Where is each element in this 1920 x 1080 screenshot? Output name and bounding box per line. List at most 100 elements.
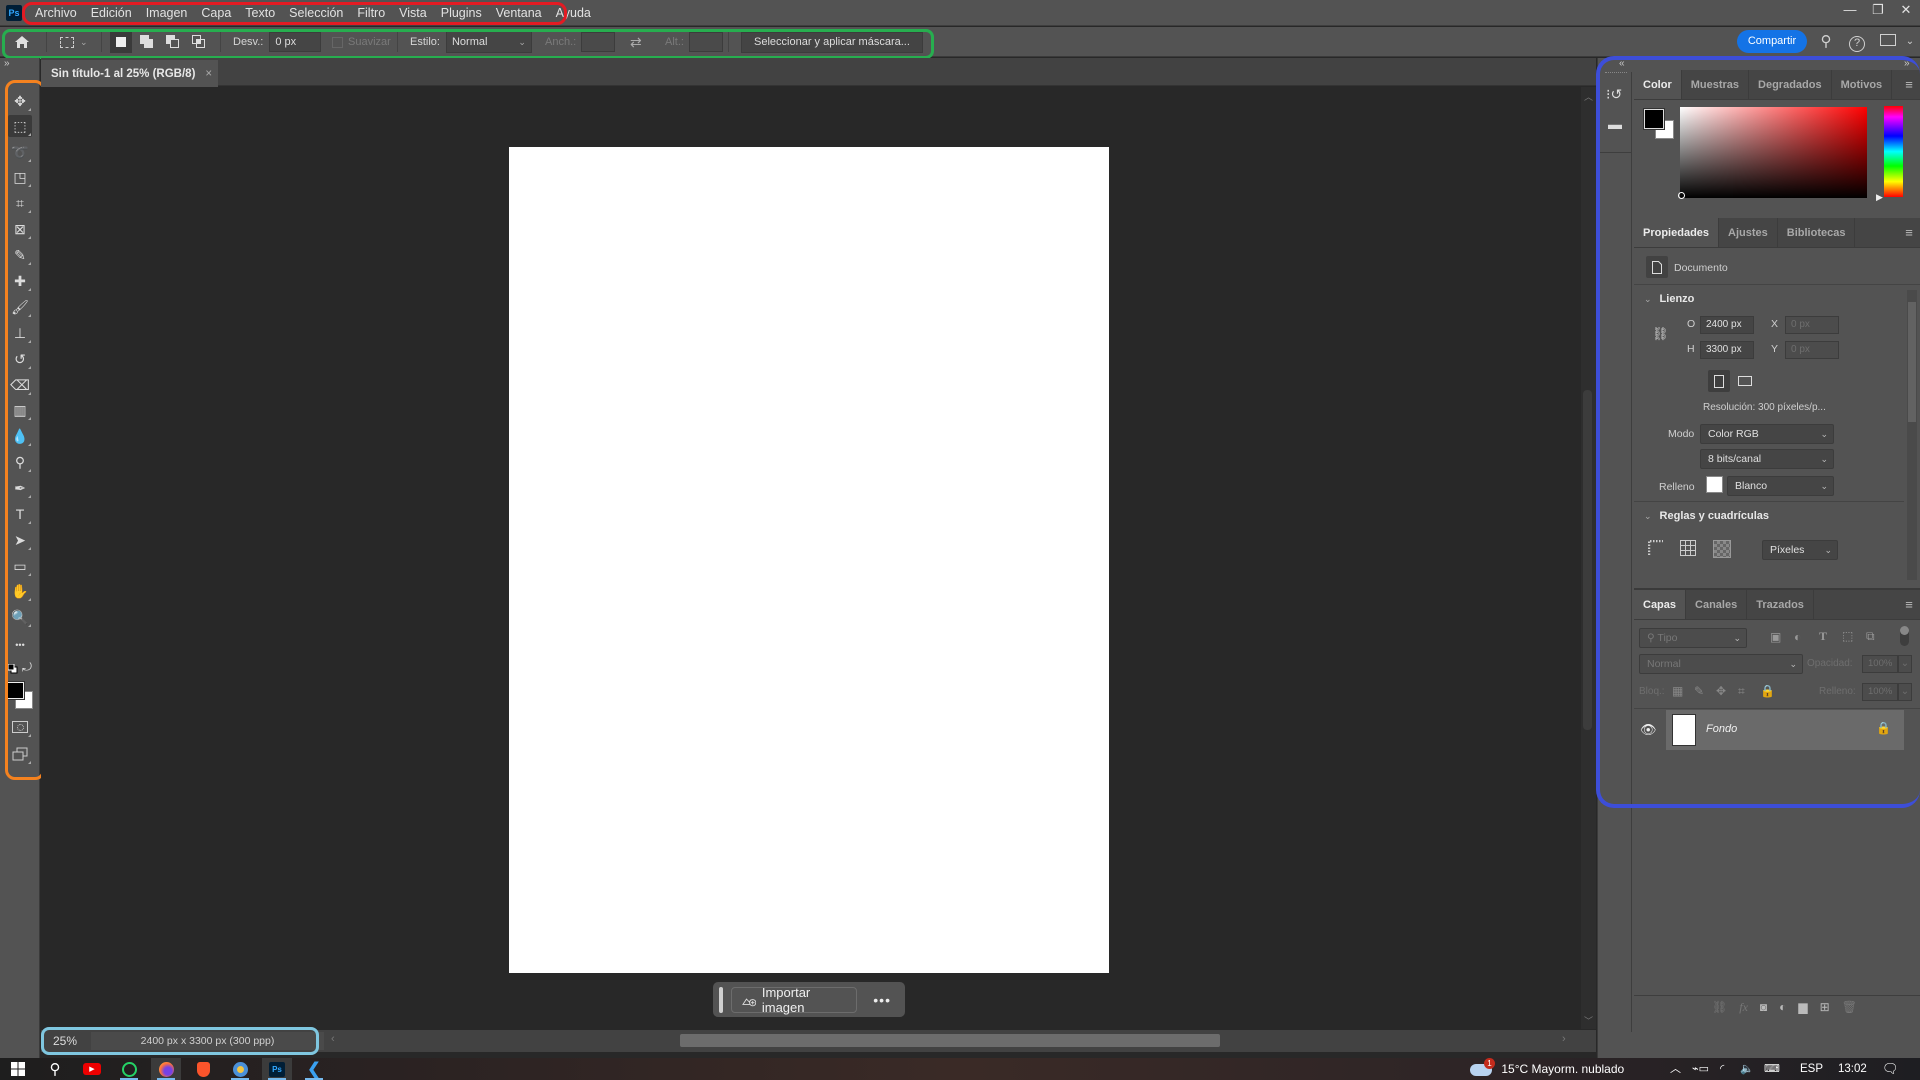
filter-smart-object-icon[interactable]: ⧉ [1866,629,1875,644]
screen-mode-button[interactable] [8,743,32,765]
zoom-level[interactable]: 25% [41,1034,91,1048]
show-hidden-icons-button[interactable]: ︿ [1670,1058,1681,1080]
lock-image-icon[interactable]: ✎ [1694,684,1704,698]
panel-menu-icon[interactable]: ≡ [1898,70,1920,99]
opacity-input[interactable]: 100% [1862,655,1898,673]
wifi-icon[interactable]: ◜ [1720,1058,1724,1080]
menu-seleccion[interactable]: Selección [282,1,350,25]
new-group-icon[interactable]: ▆ [1798,1000,1807,1015]
visibility-eye-icon[interactable]: 👁 [1640,722,1657,738]
rulers-section-header[interactable]: ⌄ Reglas y cuadrículas [1644,510,1769,522]
lock-artboard-icon[interactable]: ⌗ [1738,684,1745,699]
layer-lock-icon[interactable]: 🔒 [1876,721,1891,735]
tab-color[interactable]: Color [1634,70,1682,99]
document-tab[interactable]: Sin título-1 al 25% (RGB/8) × [41,60,218,87]
canvas-y-input[interactable]: 0 px [1785,341,1839,359]
canvas-height-input[interactable]: 3300 px [1700,341,1754,359]
fx-icon[interactable]: fx [1739,1000,1748,1015]
frame-tool[interactable]: ⊠ [8,218,32,240]
grid-button[interactable] [1680,540,1698,558]
menu-filtro[interactable]: Filtro [350,1,392,25]
taskbar-firefox[interactable] [151,1058,181,1080]
hue-slider-handle[interactable]: ▶ [1876,192,1883,203]
crop-tool[interactable]: ⌗ [8,192,32,214]
tab-propiedades[interactable]: Propiedades [1634,218,1720,247]
menu-vista[interactable]: Vista [392,1,434,25]
bit-depth-dropdown[interactable]: 8 bits/canal ⌄ [1700,449,1834,469]
home-button[interactable] [14,27,30,57]
canvas-section-header[interactable]: ⌄ Lienzo [1644,293,1694,305]
battery-icon[interactable]: ⌁▭ [1692,1058,1709,1080]
filter-type-icon[interactable]: T [1819,629,1827,644]
layer-fill-input[interactable]: 100% [1862,683,1898,701]
subtract-from-selection-button[interactable] [162,31,184,53]
select-and-mask-button[interactable]: Seleccionar y aplicar máscara... [741,31,923,53]
units-dropdown[interactable]: Píxeles ⌄ [1762,540,1838,560]
landscape-orientation-button[interactable] [1734,370,1756,392]
scroll-left-icon[interactable]: ‹ [331,1033,335,1045]
clone-stamp-tool[interactable]: ⊥ [8,322,32,344]
filter-pixel-icon[interactable]: ▣ [1770,630,1781,644]
new-layer-icon[interactable]: ⊞ [1820,1000,1830,1015]
rectangle-tool[interactable]: ▭ [8,555,32,577]
swap-colors-button[interactable]: ⤾ [22,660,32,675]
keyboard-icon[interactable]: ⌨ [1764,1058,1780,1080]
weather-widget[interactable]: 1 15°C Mayorm. nublado [1470,1058,1624,1080]
history-brush-tool[interactable]: ↺ [8,348,32,370]
import-image-button[interactable]: Importar imagen [730,985,858,1015]
document-info[interactable]: 2400 px x 3300 px (300 ppp) [91,1032,324,1050]
strip-grip[interactable] [1605,72,1627,75]
restore-button[interactable]: ❐ [1864,0,1892,22]
toolbar-collapse-icon[interactable]: » [4,58,10,69]
blur-tool[interactable]: 💧 [8,425,32,447]
quick-mask-button[interactable] [8,716,32,738]
help-button[interactable]: ? [1845,30,1869,54]
blend-mode-dropdown[interactable]: Normal ⌄ [1639,654,1803,674]
width-input[interactable] [581,32,616,52]
layer-name[interactable]: Fondo [1706,723,1737,735]
rectangular-marquee-tool[interactable]: ⬚ [8,115,32,137]
expand-dock-icon[interactable]: » [1904,58,1910,69]
zoom-tool[interactable]: 🔍 [8,606,32,628]
color-picker-handle[interactable] [1678,192,1685,199]
workspace-button[interactable] [1876,30,1900,54]
filter-shape-icon[interactable]: ⬚ [1842,629,1853,643]
pen-tool[interactable]: ✒ [8,477,32,499]
panel-menu-icon[interactable]: ≡ [1898,590,1920,619]
collapse-dock-icon[interactable]: « [1619,58,1625,69]
volume-icon[interactable]: 🔈 [1740,1058,1754,1080]
brush-tool[interactable]: 🖌 [8,296,32,318]
scroll-up-icon[interactable]: ︿ [1584,90,1593,103]
document-canvas[interactable] [509,147,1109,973]
menu-ayuda[interactable]: Ayuda [549,1,598,25]
color-field[interactable] [1680,107,1867,198]
canvas-x-input[interactable]: 0 px [1785,316,1839,334]
start-button[interactable] [3,1058,33,1080]
spot-healing-brush-tool[interactable]: ✚ [8,270,32,292]
taskbar-photoshop[interactable]: Ps [262,1058,292,1080]
color-fg-swatch[interactable] [1643,108,1665,130]
share-button[interactable]: Compartir [1737,30,1807,53]
gradient-tool[interactable]: ▥ [8,399,32,421]
menu-archivo[interactable]: Archivo [28,1,84,25]
notifications-icon[interactable]: 🗨 [1882,1058,1899,1080]
tab-capas[interactable]: Capas [1634,590,1687,619]
minimize-button[interactable]: — [1836,0,1864,22]
drag-handle[interactable] [719,986,723,1013]
tool-preset-picker[interactable]: ⌄ [60,27,88,57]
fill-color-swatch[interactable] [1706,476,1723,493]
menu-ventana[interactable]: Ventana [489,1,549,25]
opacity-slider-toggle[interactable]: ⌄ [1898,655,1912,673]
history-panel-button[interactable]: ⁝↺ [1606,86,1622,103]
lock-position-icon[interactable]: ✥ [1716,684,1726,698]
new-selection-button[interactable] [110,31,132,53]
vertical-scroll-thumb[interactable] [1583,390,1592,730]
taskbar-brave[interactable] [188,1058,218,1080]
eyedropper-tool[interactable]: ✎ [8,244,32,266]
menu-imagen[interactable]: Imagen [139,1,195,25]
default-colors-button[interactable] [7,663,18,674]
scroll-down-icon[interactable]: ﹀ [1584,1014,1593,1027]
workspace-dropdown[interactable]: ⌄ [1898,30,1920,54]
height-input[interactable] [688,32,723,52]
horizontal-scroll-thumb[interactable] [680,1034,1220,1047]
